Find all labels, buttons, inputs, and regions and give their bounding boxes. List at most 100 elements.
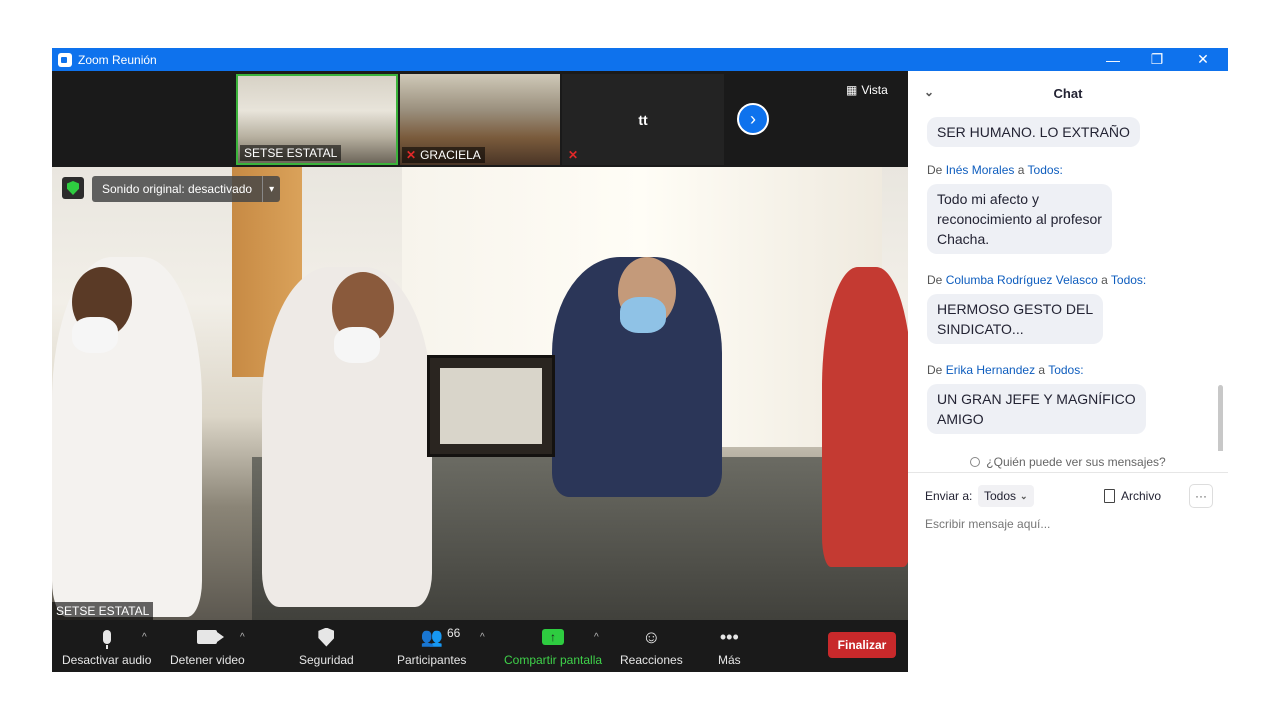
file-button[interactable]: Archivo [1104, 485, 1161, 507]
chat-title: Chat [1053, 85, 1083, 101]
participants-count: 66 [447, 626, 461, 640]
message-text: SER HUMANO. LO EXTRAÑO [937, 124, 1130, 140]
message-sender-line: De Columba Rodríguez Velasco a Todos: [927, 273, 1146, 287]
chat-panel: ⌄ Chat SER HUMANO. LO EXTRAÑO De Inés Mo… [908, 71, 1228, 672]
to-prefix: a [1014, 163, 1028, 177]
file-icon [1104, 489, 1115, 503]
video-person [334, 327, 380, 363]
video-pane: SETSE ESTATAL ✕GRACIELA tt ✕ › ▦ Vista [52, 71, 908, 672]
share-screen-button[interactable]: ↑ Compartir pantalla [504, 626, 602, 667]
video-person [620, 297, 666, 333]
recipient-name: Todos: [1110, 273, 1147, 287]
more-label: Más [718, 653, 741, 667]
camera-icon [197, 626, 225, 648]
file-label: Archivo [1121, 489, 1162, 503]
chat-message-input[interactable]: Escribir mensaje aquí... [925, 517, 1050, 531]
meeting-toolbar: Desactivar audio ^ Detener video ^ Segur… [52, 620, 908, 672]
chevron-down-icon[interactable]: ▾ [262, 176, 280, 202]
more-button[interactable]: ••• Más [718, 626, 741, 668]
end-meeting-button[interactable]: Finalizar [828, 632, 896, 658]
chat-scrollbar[interactable] [1218, 385, 1223, 451]
mute-button[interactable]: Desactivar audio [62, 626, 151, 667]
message-text: UN GRAN JEFE Y MAGNÍFICO [937, 391, 1136, 407]
grid-icon: ▦ [846, 83, 858, 97]
who-can-see-link[interactable]: ¿Quién puede ver sus mensajes? [908, 451, 1228, 473]
from-prefix: De [927, 273, 946, 287]
chat-messages[interactable]: SER HUMANO. LO EXTRAÑO De Inés Morales a… [908, 115, 1228, 451]
participants-label: Participantes [397, 653, 467, 667]
microphone-icon [102, 626, 111, 649]
view-label: Vista [861, 83, 888, 97]
mic-muted-icon: ✕ [406, 148, 417, 162]
send-to-row: Enviar a: Todos ⌄ Archivo ··· [908, 483, 1228, 509]
close-button[interactable]: ✕ [1180, 48, 1226, 71]
sender-name[interactable]: Inés Morales [946, 163, 1015, 177]
original-sound-toggle[interactable]: Sonido original: desactivado ▾ [92, 176, 281, 202]
video-person [72, 317, 118, 353]
from-prefix: De [927, 363, 946, 377]
to-prefix: a [1097, 273, 1111, 287]
video-options-caret[interactable]: ^ [240, 632, 245, 643]
original-sound-label: Sonido original: desactivado [102, 182, 253, 196]
send-to-label: Enviar a: [925, 489, 973, 503]
mic-muted-icon: ✕ [568, 148, 579, 162]
participant-thumbnail[interactable]: ✕ GRACIELA [400, 74, 560, 165]
chevron-down-icon: ⌄ [1020, 490, 1028, 501]
stop-video-button[interactable]: Detener video [170, 626, 245, 667]
view-button[interactable]: ▦ Vista [846, 83, 888, 97]
chevron-down-icon[interactable]: ⌄ [924, 85, 934, 99]
encryption-shield-icon[interactable] [62, 177, 84, 199]
security-button[interactable]: Seguridad [299, 626, 354, 667]
maximize-button[interactable]: ❐ [1134, 48, 1180, 71]
participant-thumbnail[interactable]: tt ✕ [562, 74, 724, 165]
recipient-name: Todos: [1048, 363, 1084, 377]
security-label: Seguridad [299, 653, 354, 667]
participant-name-tag: ✕ GRACIELA [402, 147, 485, 163]
more-icon: ••• [719, 626, 739, 647]
participants-icon: 👥 [420, 626, 443, 647]
from-prefix: De [927, 163, 946, 177]
send-to-select[interactable]: Todos ⌄ [978, 485, 1034, 507]
audio-options-caret[interactable]: ^ [142, 632, 147, 643]
title-bar: Zoom Reunión — ❐ ✕ [52, 48, 1228, 71]
shield-icon [318, 626, 335, 648]
send-to-value: Todos [984, 489, 1017, 503]
to-prefix: a [1035, 363, 1049, 377]
minimize-button[interactable]: — [1090, 48, 1136, 71]
window-title: Zoom Reunión [78, 52, 157, 67]
share-screen-label: Compartir pantalla [504, 653, 603, 667]
participants-options-caret[interactable]: ^ [480, 632, 485, 643]
sender-name[interactable]: Erika Hernandez [946, 363, 1035, 377]
plaque [427, 355, 555, 457]
person-icon [970, 456, 981, 467]
video-person [822, 267, 908, 567]
speaker-name: SETSE ESTATAL [52, 602, 154, 620]
chat-message: Todo mi afecto y reconocimiento al profe… [927, 184, 1112, 254]
active-speaker-video: Sonido original: desactivado ▾ SETSE EST… [52, 167, 908, 620]
message-text: SINDICATO... [937, 321, 1024, 337]
participant-name: GRACIELA [420, 148, 481, 162]
participant-strip: SETSE ESTATAL ✕ GRACIELA tt ✕ › ▦ Vista [52, 71, 908, 167]
participant-name: tt [638, 112, 648, 128]
zoom-window: Zoom Reunión — ❐ ✕ SETSE ESTATAL ✕ GRACIE… [52, 48, 1228, 672]
chat-message: SER HUMANO. LO EXTRAÑO [927, 117, 1140, 147]
message-text: HERMOSO GESTO DEL [937, 301, 1094, 317]
message-text: Chacha. [937, 231, 990, 247]
zoom-app-icon [58, 52, 72, 67]
message-sender-line: De Erika Hernandez a Todos: [927, 363, 1084, 377]
chat-more-button[interactable]: ··· [1189, 484, 1213, 508]
chat-message: UN GRAN JEFE Y MAGNÍFICO AMIGO [927, 384, 1146, 434]
message-text: Todo mi afecto y [937, 191, 1039, 207]
next-page-button[interactable]: › [737, 103, 769, 135]
stop-video-label: Detener video [170, 653, 245, 667]
participant-thumbnail[interactable]: SETSE ESTATAL [236, 74, 398, 165]
chat-message: HERMOSO GESTO DEL SINDICATO... [927, 294, 1104, 344]
reactions-icon: ☺ [642, 626, 661, 647]
reactions-button[interactable]: ☺ Reacciones [620, 626, 683, 668]
who-can-see-label: ¿Quién puede ver sus mensajes? [986, 454, 1166, 469]
message-text: reconocimiento al profesor [937, 211, 1102, 227]
reactions-label: Reacciones [620, 653, 683, 667]
recipient-name: Todos: [1027, 163, 1063, 177]
sender-name[interactable]: Columba Rodríguez Velasco [946, 273, 1098, 287]
share-options-caret[interactable]: ^ [594, 632, 599, 643]
